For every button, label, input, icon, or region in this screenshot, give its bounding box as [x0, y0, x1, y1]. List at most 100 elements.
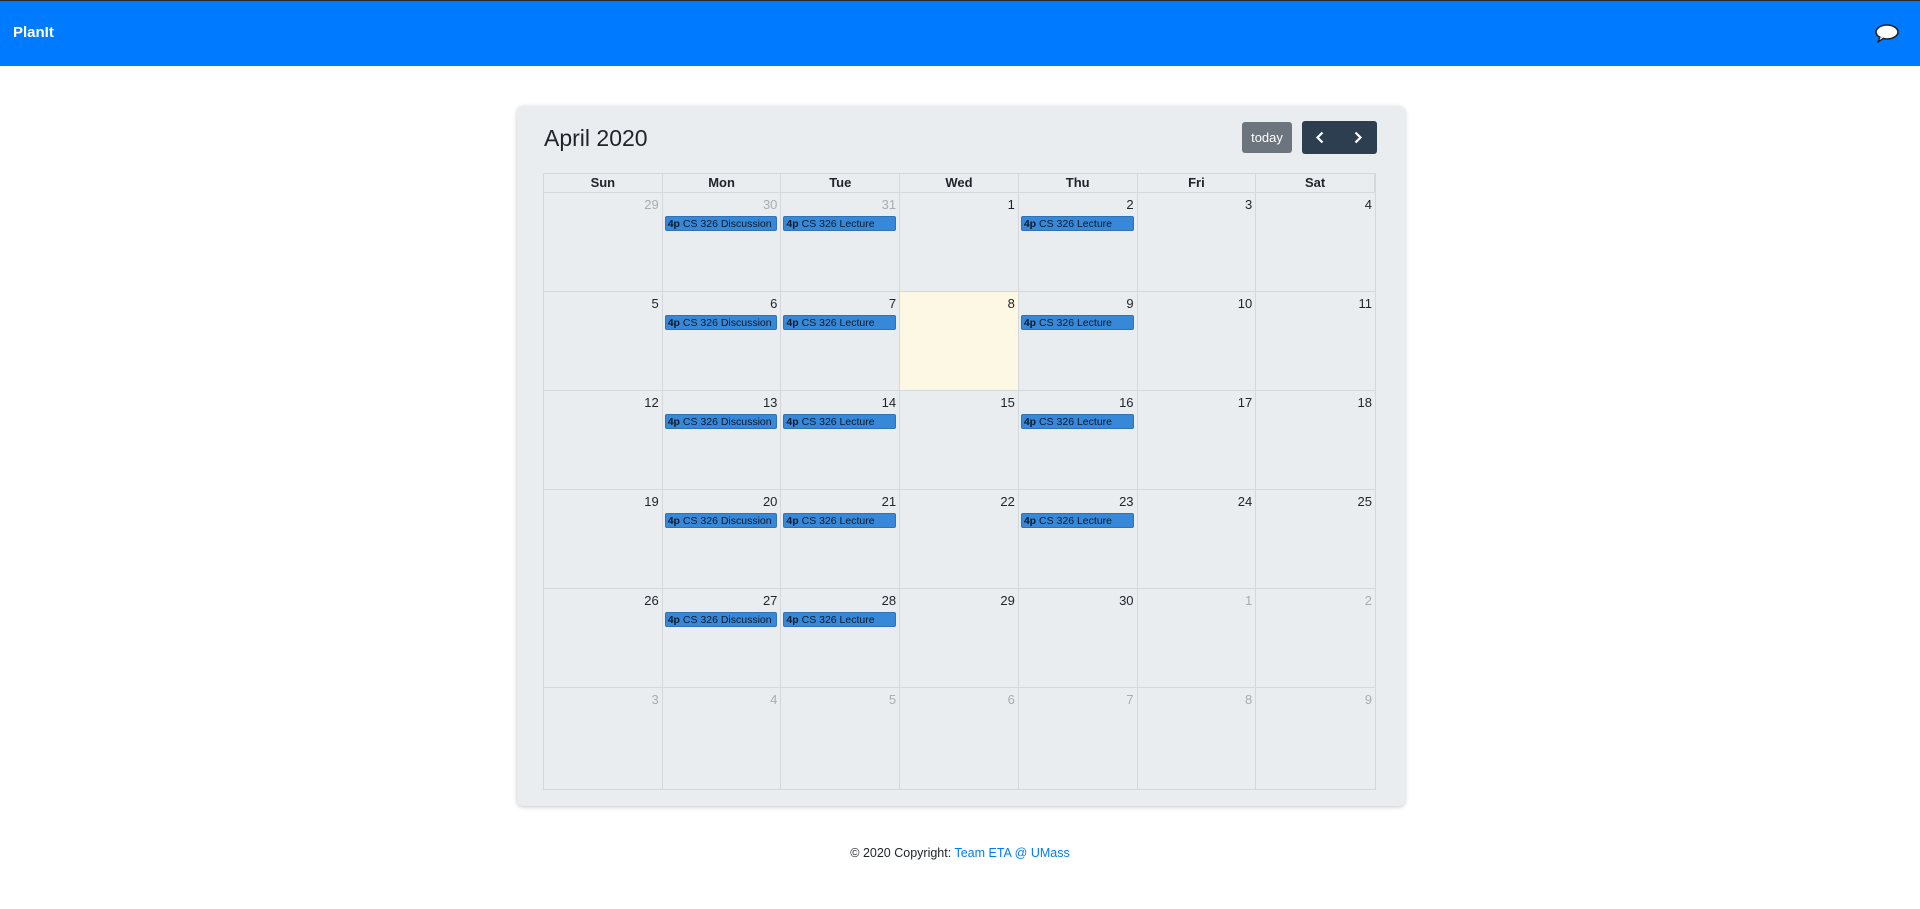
day-cell[interactable]: 29 [900, 589, 1019, 688]
day-cell[interactable]: 2 4p CS 326 Lecture [1018, 193, 1138, 292]
day-number[interactable]: 11 [1358, 296, 1372, 311]
day-cell[interactable]: 15 [900, 391, 1019, 490]
day-cell[interactable]: 30 4p CS 326 Discussion [662, 193, 782, 292]
day-cell[interactable]: 5 [544, 292, 663, 391]
day-cell[interactable]: 29 [544, 193, 663, 292]
calendar-event[interactable]: 4p CS 326 Lecture [1020, 315, 1134, 330]
calendar-event[interactable]: 4p CS 326 Lecture [783, 414, 897, 429]
day-number[interactable]: 2 [1126, 197, 1133, 212]
day-number[interactable]: 8 [1008, 296, 1015, 311]
day-number[interactable]: 13 [763, 395, 777, 410]
day-number[interactable]: 17 [1238, 395, 1252, 410]
day-number[interactable]: 1 [1008, 197, 1015, 212]
calendar-event[interactable]: 4p CS 326 Lecture [1020, 513, 1134, 528]
day-cell[interactable]: 20 4p CS 326 Discussion [662, 490, 782, 589]
team-link[interactable]: Team ETA @ UMass [954, 846, 1069, 860]
day-cell[interactable]: 1 [1137, 589, 1257, 688]
today-button[interactable]: today [1242, 122, 1292, 153]
calendar-event[interactable]: 4p CS 326 Lecture [1020, 414, 1134, 429]
day-cell[interactable]: 30 [1018, 589, 1138, 688]
day-cell[interactable]: 4 [1256, 193, 1375, 292]
day-number[interactable]: 26 [644, 593, 658, 608]
day-number[interactable]: 31 [882, 197, 896, 212]
day-cell[interactable]: 19 [544, 490, 663, 589]
calendar-event[interactable]: 4p CS 326 Lecture [783, 216, 897, 231]
day-number[interactable]: 5 [889, 692, 896, 707]
day-number[interactable]: 22 [1000, 494, 1014, 509]
day-cell[interactable]: 6 4p CS 326 Discussion [662, 292, 782, 391]
day-cell[interactable]: 6 [900, 688, 1019, 790]
day-number[interactable]: 18 [1358, 395, 1372, 410]
day-cell[interactable]: 21 4p CS 326 Lecture [781, 490, 901, 589]
day-number[interactable]: 4 [1365, 197, 1372, 212]
day-number[interactable]: 20 [763, 494, 777, 509]
day-cell[interactable]: 1 [900, 193, 1019, 292]
day-number[interactable]: 29 [1000, 593, 1014, 608]
calendar-event[interactable]: 4p CS 326 Discussion [664, 315, 778, 330]
day-number[interactable]: 4 [770, 692, 777, 707]
day-number[interactable]: 7 [889, 296, 896, 311]
day-number[interactable]: 9 [1126, 296, 1133, 311]
brand-logo[interactable]: PlanIt [13, 24, 54, 41]
day-number[interactable]: 14 [882, 395, 896, 410]
calendar-event[interactable]: 4p CS 326 Lecture [783, 612, 897, 627]
calendar-event[interactable]: 4p CS 326 Lecture [783, 513, 897, 528]
day-cell[interactable]: 31 4p CS 326 Lecture [781, 193, 901, 292]
day-number[interactable]: 15 [1000, 395, 1014, 410]
user-chat-icon[interactable] [1874, 23, 1900, 44]
day-cell[interactable]: 23 4p CS 326 Lecture [1018, 490, 1138, 589]
day-number[interactable]: 12 [644, 395, 658, 410]
prev-month-button[interactable] [1302, 121, 1339, 154]
day-number[interactable]: 8 [1245, 692, 1252, 707]
next-month-button[interactable] [1339, 121, 1376, 154]
day-number[interactable]: 2 [1365, 593, 1372, 608]
day-cell[interactable]: 5 [781, 688, 901, 790]
day-number[interactable]: 3 [1245, 197, 1252, 212]
day-cell[interactable]: 18 [1256, 391, 1375, 490]
day-number[interactable]: 24 [1238, 494, 1252, 509]
calendar-event[interactable]: 4p CS 326 Lecture [1020, 216, 1134, 231]
day-number[interactable]: 16 [1119, 395, 1133, 410]
day-cell[interactable]: 17 [1137, 391, 1257, 490]
day-cell[interactable]: 26 [544, 589, 663, 688]
day-cell[interactable]: 25 [1256, 490, 1375, 589]
day-number[interactable]: 3 [651, 692, 658, 707]
day-number[interactable]: 1 [1245, 593, 1252, 608]
day-number[interactable]: 27 [763, 593, 777, 608]
calendar-event[interactable]: 4p CS 326 Discussion [664, 216, 778, 231]
day-cell[interactable]: 10 [1137, 292, 1257, 391]
day-cell[interactable]: 8 [1138, 688, 1257, 790]
day-cell[interactable]: 14 4p CS 326 Lecture [781, 391, 901, 490]
day-cell[interactable]: 8 [900, 292, 1019, 391]
calendar-event[interactable]: 4p CS 326 Lecture [783, 315, 897, 330]
day-number[interactable]: 19 [644, 494, 658, 509]
day-cell[interactable]: 24 [1137, 490, 1257, 589]
day-cell[interactable]: 3 [544, 688, 663, 790]
calendar-event[interactable]: 4p CS 326 Discussion [664, 612, 778, 627]
day-number[interactable]: 21 [882, 494, 896, 509]
day-cell[interactable]: 28 4p CS 326 Lecture [781, 589, 901, 688]
day-number[interactable]: 9 [1365, 692, 1372, 707]
day-cell[interactable]: 7 4p CS 326 Lecture [781, 292, 901, 391]
day-cell[interactable]: 11 [1256, 292, 1375, 391]
day-number[interactable]: 30 [1119, 593, 1133, 608]
day-number[interactable]: 10 [1238, 296, 1252, 311]
day-number[interactable]: 28 [882, 593, 896, 608]
day-cell[interactable]: 4 [663, 688, 782, 790]
day-cell[interactable]: 16 4p CS 326 Lecture [1018, 391, 1138, 490]
day-number[interactable]: 30 [763, 197, 777, 212]
day-number[interactable]: 7 [1126, 692, 1133, 707]
day-cell[interactable]: 12 [544, 391, 663, 490]
day-cell[interactable]: 7 [1019, 688, 1138, 790]
day-cell[interactable]: 13 4p CS 326 Discussion [662, 391, 782, 490]
day-number[interactable]: 29 [644, 197, 658, 212]
day-cell[interactable]: 3 [1137, 193, 1257, 292]
day-number[interactable]: 25 [1358, 494, 1372, 509]
day-number[interactable]: 6 [1008, 692, 1015, 707]
calendar-event[interactable]: 4p CS 326 Discussion [664, 414, 778, 429]
day-cell[interactable]: 9 4p CS 326 Lecture [1018, 292, 1138, 391]
day-cell[interactable]: 27 4p CS 326 Discussion [662, 589, 782, 688]
day-cell[interactable]: 2 [1256, 589, 1375, 688]
day-cell[interactable]: 9 [1256, 688, 1375, 790]
day-number[interactable]: 5 [651, 296, 658, 311]
